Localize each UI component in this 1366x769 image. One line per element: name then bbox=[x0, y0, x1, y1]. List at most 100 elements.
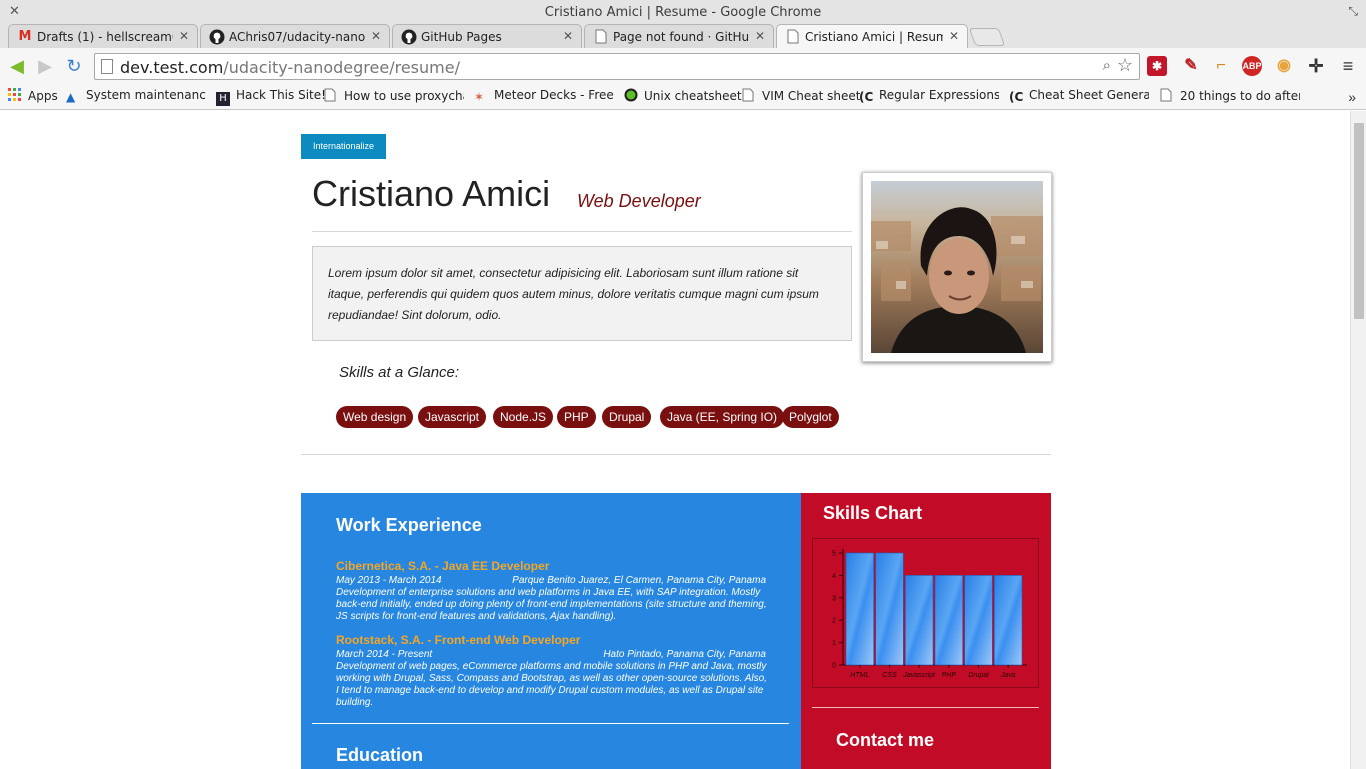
tab-close-icon[interactable]: ✕ bbox=[179, 29, 189, 43]
skill-pill: Web design bbox=[336, 406, 414, 428]
profile-photo bbox=[871, 181, 1043, 353]
bookmark-label: Meteor Decks - Free A bbox=[494, 88, 614, 102]
chart-y-tick-label: 5 bbox=[832, 551, 836, 558]
bookmark-system-maintenance[interactable]: ▲ System maintenance - bbox=[66, 88, 206, 106]
github-icon bbox=[209, 29, 225, 45]
page-icon bbox=[742, 88, 756, 102]
url-host: dev.test.com bbox=[120, 58, 224, 77]
zoom-icon[interactable]: ⌕ bbox=[1103, 57, 1111, 74]
eyedropper-icon[interactable]: ✎ bbox=[1181, 56, 1201, 76]
adblock-icon[interactable]: ABP bbox=[1242, 56, 1262, 76]
bookmark-cheat-sheet-generator[interactable]: (C Cheat Sheet Generator bbox=[1009, 88, 1149, 106]
bookmark-hack-this-site[interactable]: H Hack This Site! bbox=[216, 88, 326, 106]
tab-close-icon[interactable]: ✕ bbox=[755, 29, 765, 43]
window-restore-icon[interactable]: ⤡ bbox=[1348, 4, 1358, 19]
tab-github-pages[interactable]: GitHub Pages ✕ bbox=[392, 24, 582, 49]
work-experience-section: Work Experience Cibernetica, S.A. - Java… bbox=[301, 493, 801, 769]
internationalize-button[interactable]: Internationalize bbox=[301, 134, 386, 159]
bio-text: Lorem ipsum dolor sit amet, consectetur … bbox=[312, 246, 852, 341]
bookmarks-overflow-icon[interactable]: » bbox=[1348, 89, 1356, 105]
skills-chart-frame: 0 1 2 3 4 5 HTML CSS Javascript PHP Drupal Java bbox=[812, 538, 1039, 688]
skill-pill: Node.JS bbox=[493, 406, 554, 428]
skills-title: Skills at a Glance: bbox=[339, 364, 460, 381]
tab-close-icon[interactable]: ✕ bbox=[563, 29, 573, 43]
ruler-icon[interactable]: ⌐ bbox=[1211, 56, 1231, 76]
window-titlebar: ✕ Cristiano Amici | Resume - Google Chro… bbox=[0, 0, 1366, 22]
tab-page-not-found[interactable]: Page not found · GitHub P ✕ bbox=[584, 24, 774, 49]
chart-bar bbox=[964, 575, 993, 666]
page-icon bbox=[1160, 88, 1174, 102]
page-scrollbar[interactable] bbox=[1350, 111, 1366, 769]
chart-bar bbox=[905, 575, 934, 666]
tab-label: Cristiano Amici | Resume bbox=[805, 30, 943, 44]
menu-icon[interactable]: ≡ bbox=[1338, 56, 1358, 76]
bookmark-regular-expressions[interactable]: (C Regular Expressions Cl bbox=[859, 88, 999, 106]
new-tab-button[interactable] bbox=[968, 28, 1006, 46]
bookmark-label: Regular Expressions Cl bbox=[879, 88, 999, 102]
bookmark-apps[interactable]: Apps bbox=[8, 88, 58, 106]
bookmark-label: VIM Cheat sheet bbox=[762, 89, 861, 103]
chart-y-tick-label: 0 bbox=[832, 663, 836, 670]
tab-strip: M Drafts (1) - hellscream07@ ✕ AChris07/… bbox=[0, 22, 1366, 50]
side-divider bbox=[812, 707, 1039, 708]
reload-icon[interactable]: ↻ bbox=[63, 56, 85, 78]
page-icon bbox=[101, 59, 113, 74]
profile-photo-frame bbox=[862, 172, 1052, 362]
chart-bar bbox=[994, 575, 1023, 666]
bookmark-vim-cheat-sheet[interactable]: VIM Cheat sheet bbox=[742, 88, 860, 106]
tab-gmail[interactable]: M Drafts (1) - hellscream07@ ✕ bbox=[8, 24, 198, 49]
move-icon[interactable]: ✛ bbox=[1306, 56, 1326, 76]
chart-x-tick-label: CSS bbox=[882, 672, 897, 679]
chart-bar bbox=[934, 575, 963, 666]
tab-label: AChris07/udacity-nanodeg bbox=[229, 30, 365, 44]
resume-name: Cristiano Amici bbox=[312, 173, 551, 214]
page-icon bbox=[785, 29, 801, 45]
back-arrow-icon[interactable]: ◀ bbox=[6, 56, 28, 78]
extension-icon[interactable]: ◉ bbox=[1274, 56, 1294, 76]
forward-arrow-icon[interactable]: ▶ bbox=[34, 56, 56, 78]
address-bar[interactable]: dev.test.com/udacity-nanodegree/resume/ … bbox=[94, 53, 1140, 80]
chart-y-tick-label: 3 bbox=[832, 595, 836, 602]
bookmark-star-icon[interactable]: ☆ bbox=[1117, 55, 1133, 76]
tab-label: GitHub Pages bbox=[421, 30, 502, 44]
meteor-icon: ✶ bbox=[474, 90, 485, 104]
job-location: Parque Benito Juarez, El Carmen, Panama … bbox=[512, 575, 766, 586]
bookmark-label: Hack This Site! bbox=[236, 88, 326, 102]
page-icon bbox=[324, 88, 338, 102]
chart-y-tick-label: 1 bbox=[832, 640, 836, 647]
scrollbar-thumb[interactable] bbox=[1354, 123, 1364, 319]
tab-close-icon[interactable]: ✕ bbox=[949, 29, 959, 43]
lastpass-icon[interactable]: ✱ bbox=[1147, 56, 1167, 76]
chart-x-tick-label: Drupal bbox=[968, 672, 989, 679]
contact-heading: Contact me bbox=[836, 730, 935, 750]
skills-chart-heading: Skills Chart bbox=[823, 503, 923, 523]
bookmark-meteor-decks[interactable]: ✶ Meteor Decks - Free A bbox=[474, 88, 614, 106]
job-dates: May 2013 - March 2014 bbox=[336, 575, 442, 586]
skills-bar-chart: 0 1 2 3 4 5 HTML CSS Javascript PHP Drupal Java bbox=[832, 549, 1027, 679]
bookmark-unix-cheatsheet[interactable]: Unix cheatsheet bbox=[624, 88, 742, 106]
job-title: Rootstack, S.A. - Front-end Web Develope… bbox=[336, 633, 581, 647]
chart-x-tick-label: Javascript bbox=[902, 672, 936, 679]
arch-icon: ▲ bbox=[66, 90, 76, 104]
bookmark-label: Cheat Sheet Generator bbox=[1029, 88, 1149, 102]
education-heading: Education bbox=[336, 745, 424, 765]
apps-grid-icon bbox=[8, 88, 22, 102]
section-divider bbox=[301, 454, 1051, 455]
window-title: Cristiano Amici | Resume - Google Chrome bbox=[544, 5, 822, 20]
bookmark-20-things[interactable]: 20 things to do after in bbox=[1160, 88, 1300, 106]
skill-pill: Polyglot bbox=[782, 406, 839, 428]
bookmark-proxychains[interactable]: How to use proxychai bbox=[324, 88, 464, 106]
chart-bar bbox=[875, 552, 904, 666]
bookmark-label: 20 things to do after in bbox=[1180, 89, 1300, 103]
tab-resume[interactable]: Cristiano Amici | Resume ✕ bbox=[776, 24, 968, 50]
work-divider bbox=[312, 723, 789, 724]
url-path: /udacity-nanodegree/resume/ bbox=[223, 58, 460, 77]
job-description: Development of enterprise solutions and … bbox=[336, 587, 767, 622]
tab-label: Drafts (1) - hellscream07@ bbox=[37, 30, 173, 44]
tab-github-repo[interactable]: AChris07/udacity-nanodeg ✕ bbox=[200, 24, 390, 49]
bookmark-label: How to use proxychai bbox=[344, 89, 464, 103]
chart-bar bbox=[845, 552, 874, 666]
tab-close-icon[interactable]: ✕ bbox=[371, 29, 381, 43]
cheatography-icon: (C bbox=[1009, 90, 1024, 104]
cheatography-icon: (C bbox=[859, 90, 874, 104]
